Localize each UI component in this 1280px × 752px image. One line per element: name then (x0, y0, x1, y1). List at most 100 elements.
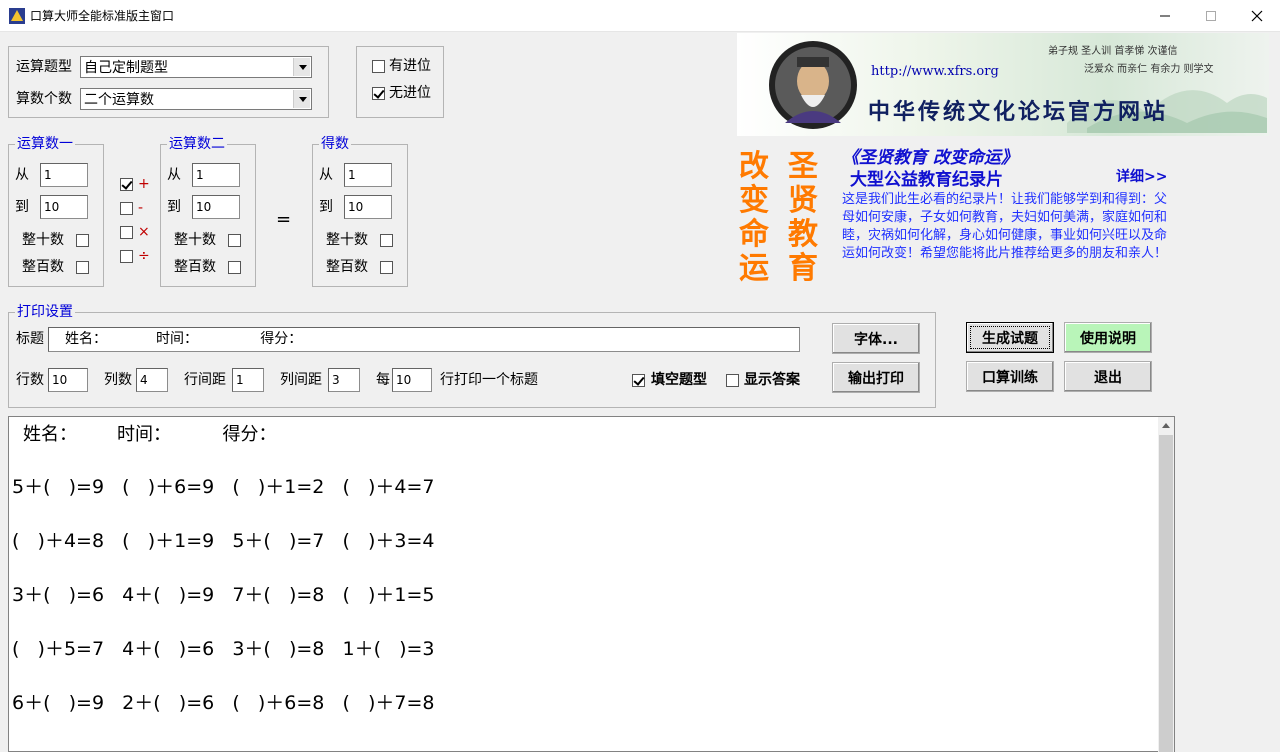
operand1-hundreds-checkbox[interactable] (76, 261, 89, 274)
generate-button[interactable]: 生成试题 (966, 322, 1054, 353)
font-button[interactable]: 字体... (832, 323, 920, 354)
col-spacing-label: 列间距 (280, 372, 322, 388)
cols-value: 4 (140, 373, 148, 387)
chevron-down-icon[interactable] (293, 58, 310, 76)
promo-more-link[interactable]: 详细>> (1116, 166, 1167, 186)
banner-url[interactable]: http://www.xfrs.org (871, 64, 999, 79)
operand2-from-input[interactable]: 1 (192, 163, 240, 187)
operand2-legend: 运算数二 (167, 136, 227, 152)
operand2-tens-label: 整十数 (174, 232, 216, 248)
close-icon (1251, 10, 1263, 22)
count-label: 算数个数 (16, 91, 72, 107)
rows-input[interactable]: 10 (48, 368, 88, 392)
type-select-value: 自己定制题型 (84, 60, 168, 76)
operand2-to-input[interactable]: 10 (192, 195, 240, 219)
operand1-hundreds-label: 整百数 (22, 259, 64, 275)
no-carry-checkbox[interactable] (372, 87, 385, 100)
result-from-label: 从 (319, 167, 333, 183)
result-to-input[interactable]: 10 (344, 195, 392, 219)
result-to-value: 10 (348, 200, 364, 214)
banner-title: 中华传统文化论坛官方网站 (868, 99, 1169, 125)
with-carry-checkbox[interactable] (372, 60, 385, 73)
confucius-portrait-image (769, 41, 857, 129)
operand2-hundreds-label: 整百数 (174, 259, 216, 275)
promo-vertical-right: 圣贤教育 (788, 149, 818, 286)
operand2-tens-checkbox[interactable] (228, 234, 241, 247)
exit-button[interactable]: 退出 (1064, 361, 1152, 392)
every-label: 每 (376, 372, 390, 388)
problem-row: ( )＋4=8 ( )＋1=9 5＋( )=7 ( )＋3=4 (12, 530, 435, 552)
maximize-icon (1206, 11, 1216, 21)
window-title: 口算大师全能标准版主窗口 (30, 9, 175, 23)
result-hundreds-label: 整百数 (326, 259, 368, 275)
rows-value: 10 (52, 373, 68, 387)
operand1-to-value: 10 (44, 200, 60, 214)
operand1-from-input[interactable]: 1 (40, 163, 88, 187)
minus-label: - (138, 200, 144, 216)
title-bar (0, 0, 1280, 32)
problem-row: ( )＋5=7 4＋( )=6 3＋( )=8 1＋( )=3 (12, 638, 435, 660)
promo-vertical-left: 改变命运 (739, 149, 769, 286)
minimize-button[interactable] (1142, 0, 1188, 32)
rows-label: 行数 (16, 372, 44, 388)
chevron-down-icon[interactable] (293, 90, 310, 108)
operand2-from-value: 1 (196, 168, 204, 182)
result-from-value: 1 (348, 168, 356, 182)
print-title-value: 姓名： 时间： 得分： (65, 331, 303, 347)
every-suffix-label: 行打印一个标题 (440, 372, 538, 388)
problem-row: 6＋( )=9 2＋( )=6 ( )＋6=8 ( )＋7=8 (12, 692, 435, 714)
cols-input[interactable]: 4 (136, 368, 168, 392)
operand1-legend: 运算数一 (15, 136, 75, 152)
banner-slogan-1: 弟子规 圣人训 首孝悌 次谨信 (1048, 46, 1178, 57)
promo-subtitle: 大型公益教育纪录片 (850, 170, 1003, 190)
promo-body: 这是我们此生必看的纪录片！让我们能够学到和得到：父母如何安康，子女如何教育，夫妇… (842, 192, 1168, 261)
every-input[interactable]: 10 (392, 368, 432, 392)
row-spacing-input[interactable]: 1 (232, 368, 264, 392)
row-spacing-label: 行间距 (184, 372, 226, 388)
result-hundreds-checkbox[interactable] (380, 261, 393, 274)
operand1-from-value: 1 (44, 168, 52, 182)
preview-scrollbar[interactable] (1158, 417, 1174, 752)
operand1-tens-label: 整十数 (22, 232, 64, 248)
col-spacing-input[interactable]: 3 (328, 368, 360, 392)
operand2-to-value: 10 (196, 200, 212, 214)
operand1-to-input[interactable]: 10 (40, 195, 88, 219)
show-answer-checkbox[interactable] (726, 374, 739, 387)
scroll-thumb[interactable] (1159, 435, 1173, 752)
result-tens-label: 整十数 (326, 232, 368, 248)
result-tens-checkbox[interactable] (380, 234, 393, 247)
problem-row: 5＋( )=9 ( )＋6=9 ( )＋1=2 ( )＋4=7 (12, 476, 435, 498)
minus-checkbox[interactable] (120, 202, 133, 215)
operand1-from-label: 从 (15, 167, 29, 183)
minimize-icon (1160, 15, 1170, 17)
divide-checkbox[interactable] (120, 250, 133, 263)
no-carry-label: 无进位 (389, 85, 431, 101)
count-select-value: 二个运算数 (84, 92, 154, 108)
type-label: 运算题型 (16, 59, 72, 75)
scroll-up-icon[interactable] (1162, 423, 1170, 428)
times-checkbox[interactable] (120, 226, 133, 239)
cols-label: 列数 (104, 372, 132, 388)
problem-row: 3＋( )=6 4＋( )=9 7＋( )=8 ( )＋1=5 (12, 584, 435, 606)
operand2-hundreds-checkbox[interactable] (228, 261, 241, 274)
training-button[interactable]: 口算训练 (966, 361, 1054, 392)
times-label: × (138, 224, 150, 240)
manual-button[interactable]: 使用说明 (1064, 322, 1152, 353)
count-select[interactable]: 二个运算数 (80, 88, 312, 110)
operand1-tens-checkbox[interactable] (76, 234, 89, 247)
result-legend: 得数 (319, 136, 351, 152)
result-to-label: 到 (319, 199, 333, 215)
result-from-input[interactable]: 1 (344, 163, 392, 187)
equals-sign: = (276, 209, 292, 230)
type-select[interactable]: 自己定制题型 (80, 56, 312, 78)
operand1-to-label: 到 (15, 199, 29, 215)
fill-blank-checkbox[interactable] (632, 374, 645, 387)
print-title-input[interactable]: 姓名： 时间： 得分： (48, 327, 800, 352)
plus-checkbox[interactable] (120, 178, 133, 191)
output-print-button[interactable]: 输出打印 (832, 362, 920, 393)
maximize-button[interactable] (1188, 0, 1234, 32)
show-answer-label: 显示答案 (744, 372, 800, 388)
close-button[interactable] (1234, 0, 1280, 32)
fill-blank-label: 填空题型 (651, 372, 707, 388)
worksheet-preview[interactable]: 姓名： 时间： 得分： 5＋( )=9 ( )＋6=9 ( )＋1=2 ( )＋… (8, 416, 1175, 752)
